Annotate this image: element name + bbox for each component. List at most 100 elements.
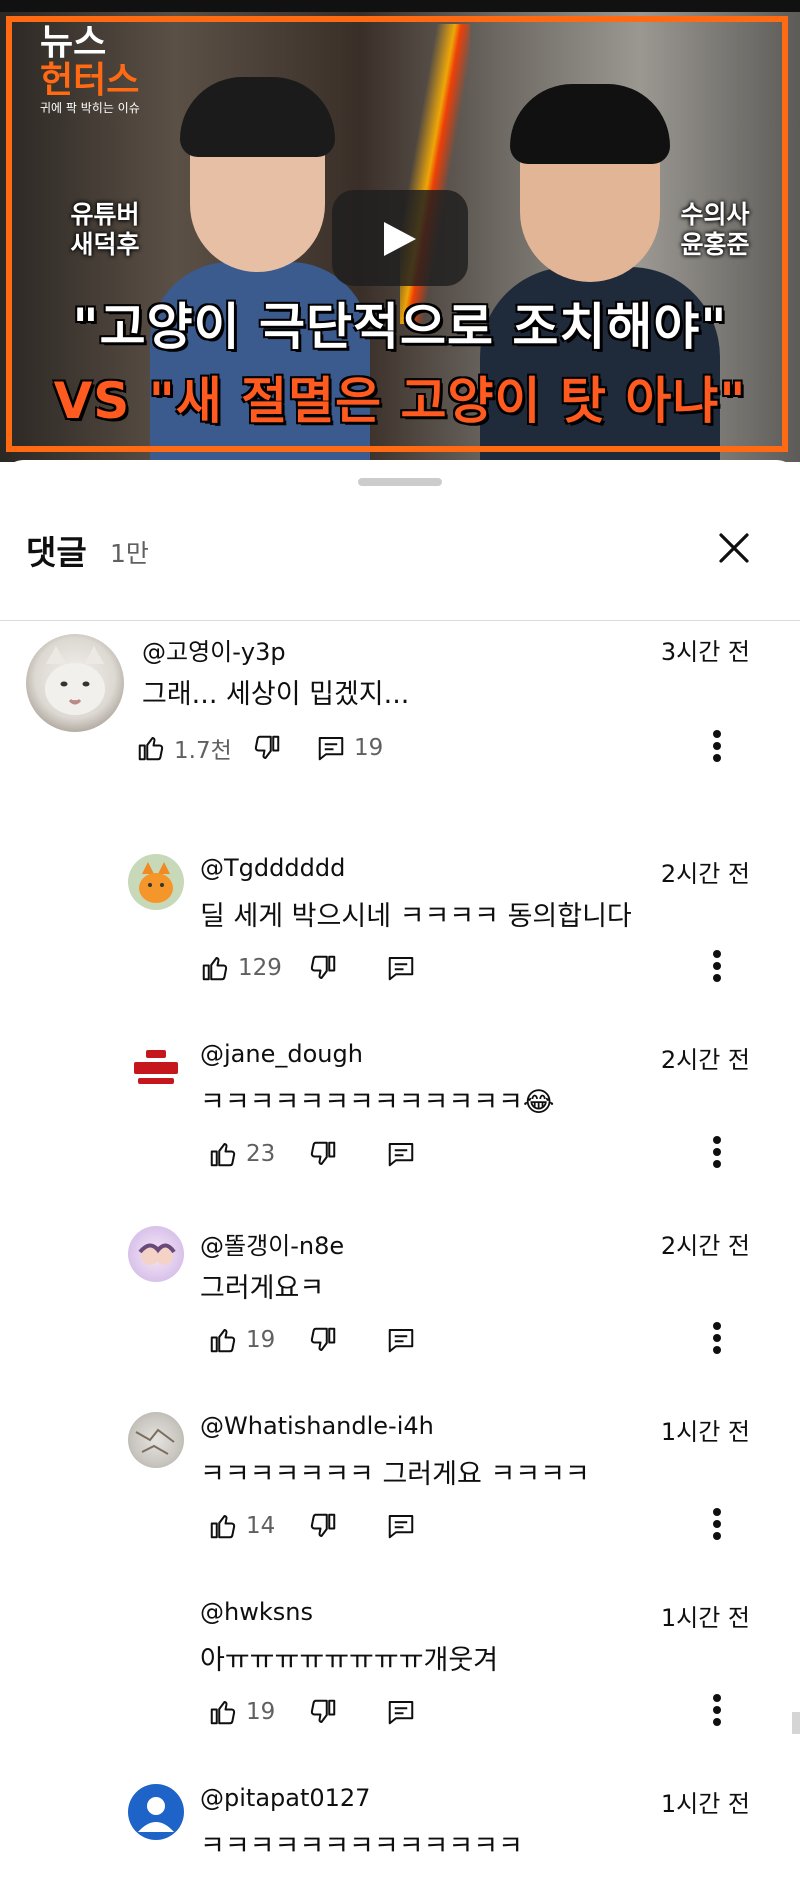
dislike-button[interactable]: [308, 1692, 338, 1732]
more-options-button[interactable]: [700, 1688, 736, 1732]
texture-icon: [135, 1428, 175, 1455]
dot: [713, 1322, 721, 1330]
comment-author[interactable]: @Tgdddddd: [200, 854, 345, 882]
comment-actions: 23: [208, 1134, 768, 1174]
comment-author[interactable]: @hwksns: [200, 1598, 313, 1626]
dislike-button[interactable]: [308, 1320, 338, 1360]
close-icon: [719, 533, 749, 563]
headline-line-1: "고양이 극단적으로 조치해야": [72, 298, 728, 356]
like-count: 19: [246, 1699, 276, 1725]
comment-author[interactable]: @똘갱이-n8e: [200, 1226, 344, 1261]
thumbs-down-icon: [310, 1699, 336, 1723]
dot: [713, 1706, 721, 1714]
default-person-icon: [138, 1797, 174, 1832]
comment-text: 아ㅠㅠㅠㅠㅠㅠㅠㅠ개웃겨: [200, 1645, 499, 1676]
thumbs-down-icon: [310, 1327, 336, 1351]
right-guest-tag: 수의사 윤홍준: [680, 200, 750, 259]
comment-author[interactable]: @고영이-y3p: [142, 632, 286, 667]
avatar[interactable]: [128, 1784, 184, 1840]
thumbs-up-icon: [202, 957, 228, 981]
reply-icon: [318, 737, 344, 761]
avatar[interactable]: [128, 854, 184, 910]
reply-button[interactable]: 19: [316, 728, 383, 768]
reply-button[interactable]: [386, 1134, 416, 1174]
dot: [713, 1520, 721, 1528]
comment-author[interactable]: @pitapat0127: [200, 1784, 370, 1812]
more-options-button[interactable]: [700, 1502, 736, 1546]
reply-icon: [388, 957, 414, 981]
comment-text: ㅋㅋㅋㅋㅋㅋㅋㅋㅋㅋㅋㅋㅋ: [200, 1831, 523, 1862]
comment-actions: 129: [200, 948, 760, 988]
thumbs-up-icon: [210, 1143, 236, 1167]
video-player[interactable]: 뉴스 헌터스 귀에 팍 박히는 이슈 유튜버 새덕후 수의사 윤홍준 "고양이 …: [0, 0, 800, 462]
comment-actions: 19: [208, 1692, 768, 1732]
dislike-button[interactable]: [308, 1134, 338, 1174]
dot: [713, 754, 721, 762]
comment-time: 2시간 전: [660, 1046, 750, 1074]
thumbs-up-icon: [138, 737, 164, 761]
brand-subtitle: 귀에 팍 박히는 이슈: [40, 101, 140, 115]
scrollbar[interactable]: [792, 1712, 800, 1734]
comment-author[interactable]: @jane_dough: [200, 1040, 363, 1068]
comments-title: 댓글: [26, 533, 87, 572]
reply-icon: [388, 1143, 414, 1167]
comment-actions: 14: [208, 1506, 768, 1546]
comment-author[interactable]: @Whatishandle-i4h: [200, 1412, 434, 1440]
left-guest-tag: 유튜버 새덕후: [70, 200, 140, 259]
reply-button[interactable]: [386, 1320, 416, 1360]
like-button[interactable]: 19: [208, 1692, 275, 1732]
like-count: 14: [246, 1513, 276, 1539]
like-count: 1.7천: [174, 738, 232, 764]
comment-text: ㅋㅋㅋㅋㅋㅋㅋㅋㅋㅋㅋㅋㅋ😂: [200, 1087, 555, 1118]
like-count: 129: [238, 955, 282, 981]
cat-face-icon: [45, 646, 105, 715]
like-button[interactable]: 129: [200, 948, 282, 988]
dislike-button[interactable]: [252, 728, 282, 768]
thumbs-down-icon: [310, 1141, 336, 1165]
dot: [713, 730, 721, 738]
like-button[interactable]: 23: [208, 1134, 275, 1174]
like-button[interactable]: 1.7천: [136, 728, 232, 768]
drag-handle[interactable]: [358, 478, 442, 486]
reply-count: 19: [354, 735, 384, 761]
dot: [713, 1136, 721, 1144]
dot: [713, 962, 721, 970]
more-options-button[interactable]: [700, 724, 736, 768]
more-options-button[interactable]: [700, 1316, 736, 1360]
comment-time: 1시간 전: [660, 1790, 750, 1818]
comment-actions: 19: [208, 1320, 768, 1360]
dot: [713, 1508, 721, 1516]
like-button[interactable]: 19: [208, 1320, 275, 1360]
avatar[interactable]: [128, 1040, 184, 1096]
close-button[interactable]: [706, 520, 762, 576]
play-icon: [384, 222, 416, 256]
reply-icon: [388, 1329, 414, 1353]
orange-cat-icon: [139, 862, 173, 903]
reply-button[interactable]: [386, 1692, 416, 1732]
reply-button[interactable]: [386, 948, 416, 988]
dot: [713, 1334, 721, 1342]
dot: [713, 1718, 721, 1726]
avatar[interactable]: [26, 634, 124, 732]
thumbs-down-icon: [310, 955, 336, 979]
thumbs-up-icon: [210, 1701, 236, 1725]
like-count: 19: [246, 1327, 276, 1353]
avatar[interactable]: [128, 1412, 184, 1468]
comment-time: 3시간 전: [660, 638, 750, 666]
dot: [713, 1532, 721, 1540]
comments-sheet: 댓글 1만 @고영이-y3p 3시간 전 그래... 세상이 밉겠지... 1.…: [0, 460, 800, 1878]
avatar[interactable]: [128, 1226, 184, 1282]
thumbs-up-icon: [210, 1515, 236, 1539]
like-count: 23: [246, 1141, 276, 1167]
play-button[interactable]: [332, 190, 468, 286]
thumbs-up-icon: [210, 1329, 236, 1353]
more-options-button[interactable]: [700, 1130, 736, 1174]
dislike-button[interactable]: [308, 948, 338, 988]
reply-button[interactable]: [386, 1506, 416, 1546]
dot: [713, 1148, 721, 1156]
more-options-button[interactable]: [700, 944, 736, 988]
like-button[interactable]: 14: [208, 1506, 275, 1546]
dislike-button[interactable]: [308, 1506, 338, 1546]
comment-time: 2시간 전: [660, 860, 750, 888]
comments-count: 1만: [110, 539, 149, 568]
